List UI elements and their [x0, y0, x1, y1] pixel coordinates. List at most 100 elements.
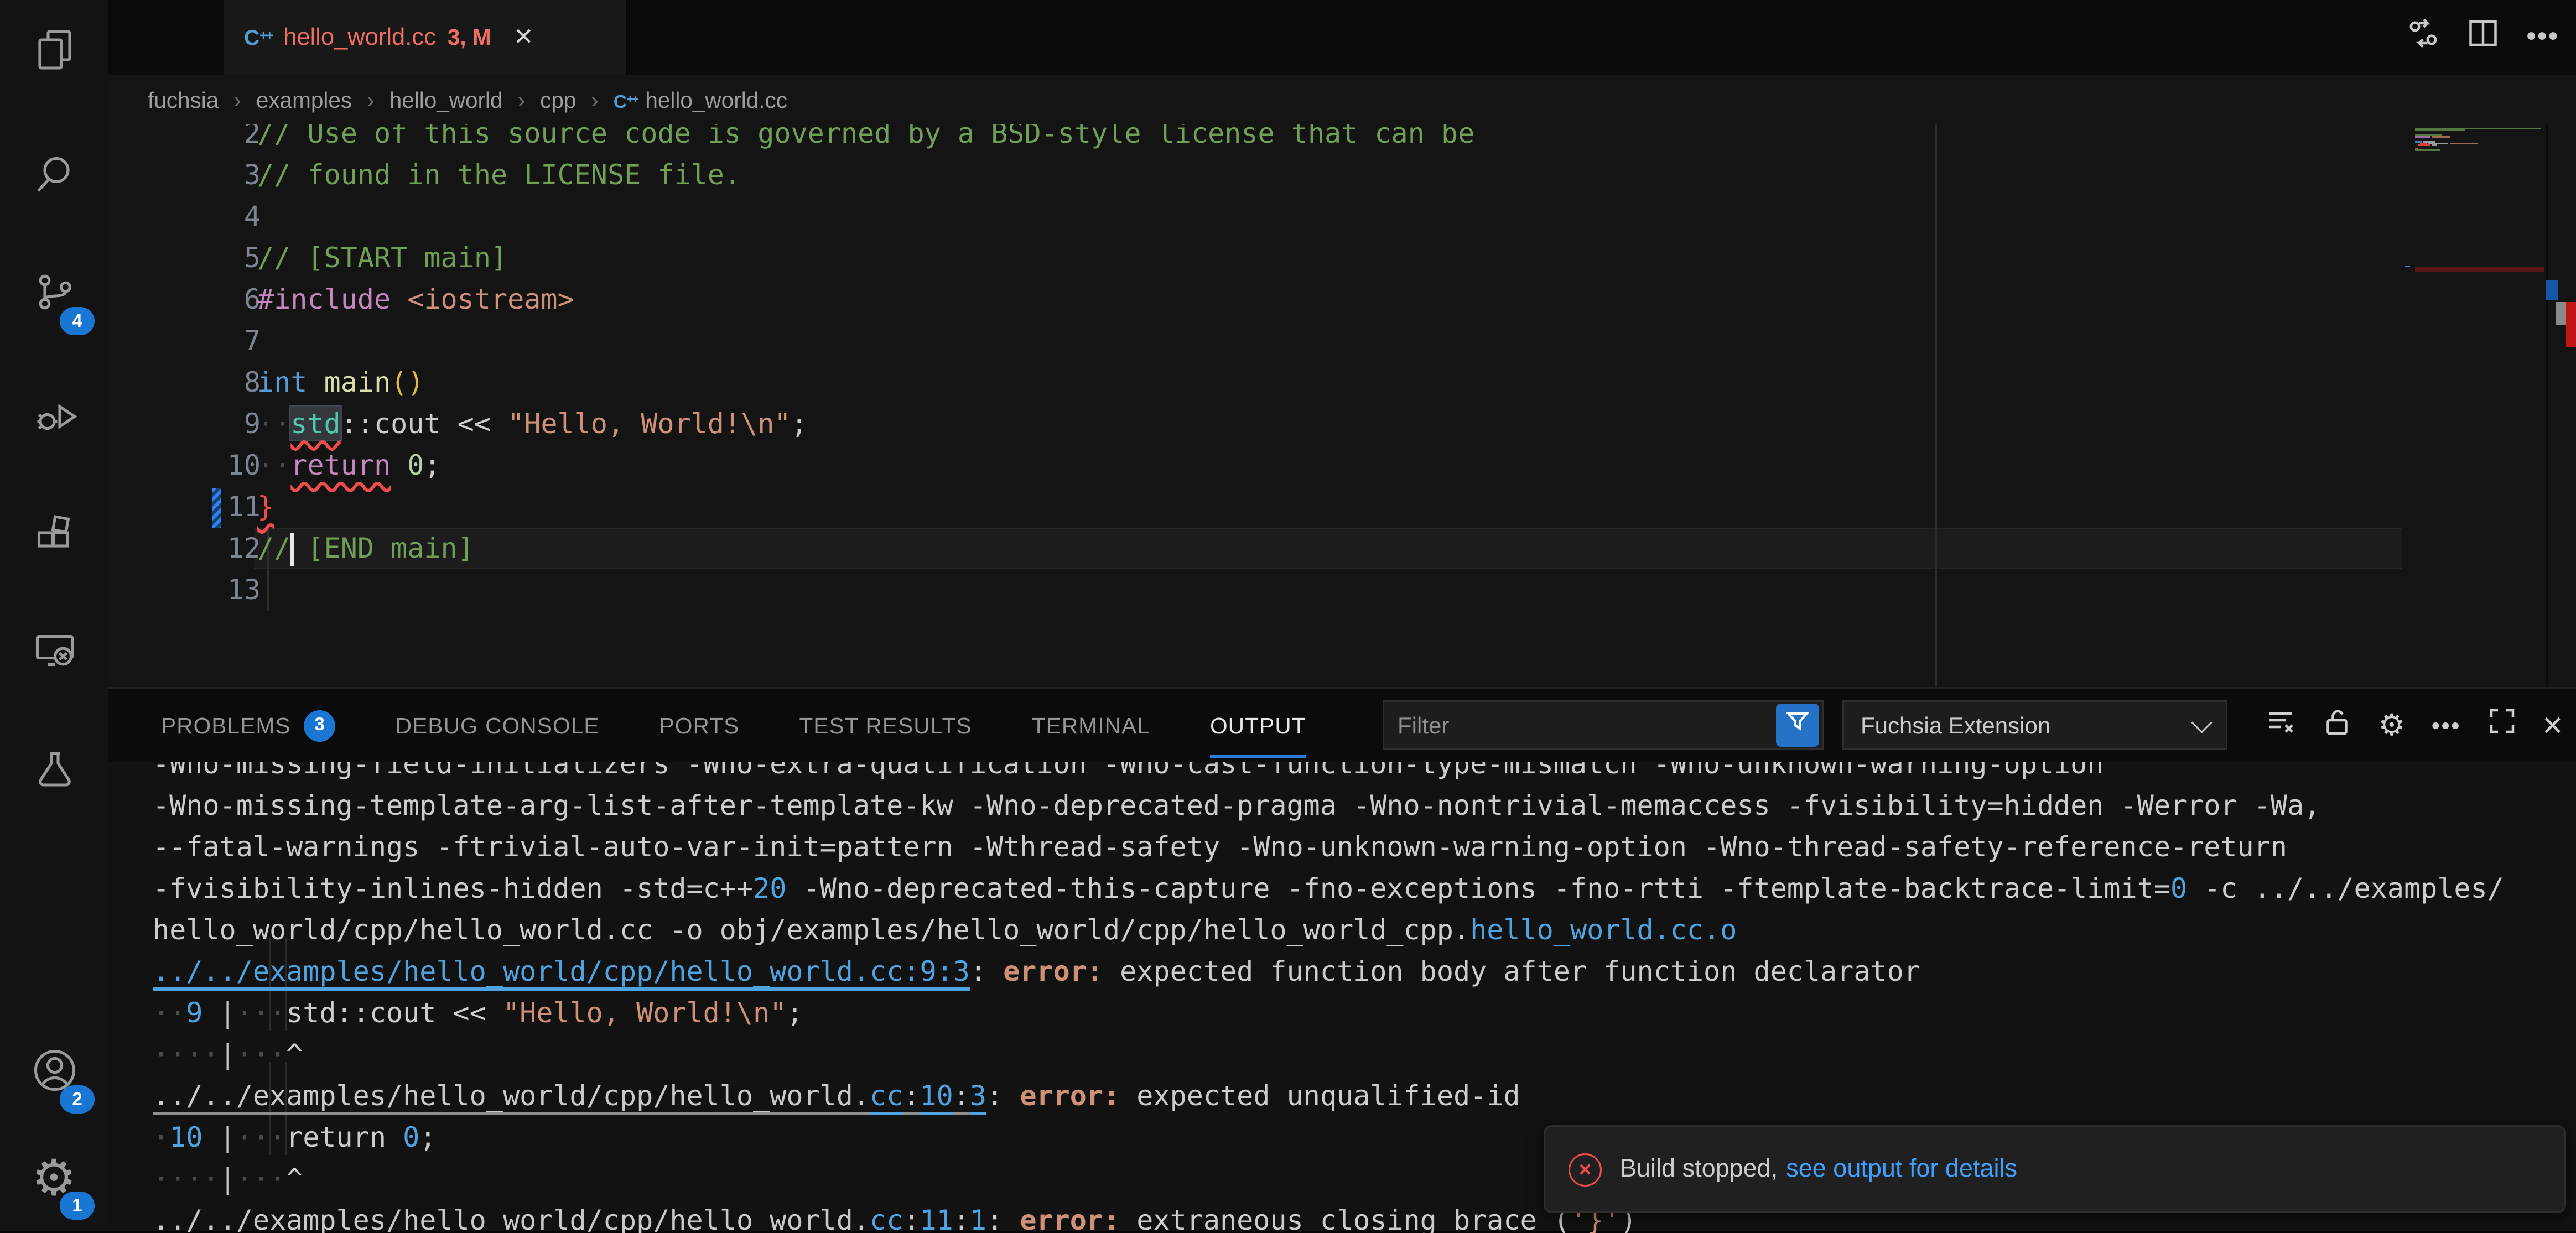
- panel-tab-label: TEST RESULTS: [799, 713, 972, 738]
- code-line[interactable]: 8int main(): [108, 362, 2576, 403]
- funnel-icon: [1786, 710, 1809, 741]
- output-channel-dropdown[interactable]: Fuchsia Extension: [1842, 700, 2227, 750]
- minimap-border: [2546, 124, 2548, 687]
- cpp-file-icon: C++: [244, 23, 272, 53]
- line-number: 12: [158, 528, 261, 569]
- sidebar-item-extensions[interactable]: [0, 493, 108, 579]
- extensions-icon: [31, 509, 77, 564]
- breadcrumb-separator: ›: [518, 87, 526, 112]
- overview-ruler-error-mark: [2566, 302, 2576, 347]
- code-line[interactable]: 9··std::cout << "Hello, World!\n";: [108, 403, 2576, 445]
- sidebar-item-testing[interactable]: [0, 730, 108, 816]
- tab-hello-world-cc[interactable]: C++ hello_world.cc 3, M ×: [224, 0, 627, 75]
- code-line[interactable]: 11}: [108, 486, 2576, 528]
- output-file-link[interactable]: 10: [920, 1079, 953, 1112]
- sidebar-item-settings[interactable]: ⚙ 1: [0, 1137, 108, 1223]
- activity-bar: 4 2 ⚙ 1: [0, 0, 110, 1231]
- output-file-link[interactable]: cc: [870, 1079, 903, 1112]
- notification-toast[interactable]: × Build stopped, see output for details: [1544, 1125, 2566, 1213]
- remote-explorer-icon: [31, 627, 77, 681]
- output-file-link[interactable]: :: [953, 1079, 970, 1112]
- panel-tab-test-results[interactable]: TEST RESULTS: [799, 689, 972, 762]
- panel-tab-label: DEBUG CONSOLE: [396, 713, 600, 738]
- chevron-down-icon: [2191, 711, 2212, 732]
- code-line[interactable]: 7: [108, 320, 2576, 362]
- code-line[interactable]: 13: [108, 569, 2576, 611]
- code-line[interactable]: 3// found in the LICENSE file.: [108, 154, 2576, 196]
- panel-action-icons: ⚙ ••• ×: [2266, 689, 2563, 762]
- panel-tab-label: OUTPUT: [1210, 713, 1306, 738]
- output-file-link[interactable]: 1: [970, 1203, 986, 1233]
- maximize-panel-icon[interactable]: [2487, 707, 2516, 743]
- open-changes-icon[interactable]: [2407, 17, 2440, 58]
- minimap[interactable]: [2402, 124, 2546, 687]
- code-line[interactable]: 10··return 0;: [108, 445, 2576, 486]
- code-line[interactable]: 2// Use of this source code is governed …: [108, 124, 2576, 154]
- settings-gear-icon[interactable]: ⚙: [2378, 710, 2405, 740]
- line-number: 9: [158, 403, 261, 445]
- output-file-link[interactable]: cc: [870, 1203, 903, 1233]
- output-file-link[interactable]: 3: [970, 1079, 986, 1112]
- run-debug-icon: [31, 393, 77, 448]
- split-editor-icon[interactable]: [2469, 18, 2499, 56]
- breadcrumb-separator: ›: [591, 87, 599, 112]
- tab-close-icon[interactable]: ×: [515, 22, 533, 53]
- output-file-link[interactable]: :: [953, 1203, 970, 1233]
- close-panel-icon[interactable]: ×: [2542, 708, 2563, 743]
- code-editor[interactable]: 2// Use of this source code is governed …: [108, 124, 2576, 687]
- sidebar-item-source-control[interactable]: 4: [0, 252, 108, 339]
- sidebar-item-run-debug[interactable]: [0, 377, 108, 463]
- error-icon: ×: [1569, 1153, 1602, 1186]
- code-line[interactable]: 5// [START main]: [108, 237, 2576, 279]
- toast-link[interactable]: see output for details: [1786, 1155, 2017, 1183]
- output-file-link[interactable]: :: [903, 1203, 920, 1233]
- line-number: 4: [158, 196, 261, 237]
- breadcrumb-item[interactable]: hello_world: [389, 87, 503, 112]
- unlock-icon[interactable]: [2322, 706, 2352, 745]
- output-line: ../../examples/hello_world/cpp/hello_wor…: [153, 951, 1920, 992]
- output-file-link[interactable]: :: [903, 1079, 920, 1112]
- code-line[interactable]: 12// [END main]: [108, 528, 2576, 569]
- sidebar-item-search[interactable]: [0, 134, 108, 221]
- output-file-link[interactable]: ../../examples/hello_world/cpp/hello_wor…: [153, 1203, 870, 1233]
- breadcrumb-item[interactable]: examples: [256, 87, 352, 112]
- output-file-link[interactable]: ../../examples/hello_world/cpp/hello_wor…: [153, 954, 970, 987]
- breadcrumb-item[interactable]: cpp: [540, 87, 576, 112]
- breadcrumb-item[interactable]: fuchsia: [148, 87, 219, 112]
- beaker-icon: [31, 746, 77, 801]
- vscode-window: 4 2 ⚙ 1: [0, 0, 2576, 1231]
- tab-title: hello_world.cc: [283, 24, 436, 51]
- panel-tab-label: PROBLEMS: [161, 713, 291, 738]
- output-line: -fvisibility-inlines-hidden -std=c++20 -…: [153, 868, 2504, 909]
- output-line: -Wno-missing-template-arg-list-after-tem…: [153, 785, 2320, 826]
- panel-tab-ports[interactable]: PORTS: [659, 689, 740, 762]
- sidebar-item-accounts[interactable]: 2: [0, 1031, 108, 1117]
- output-line: ····|···^: [153, 1158, 303, 1200]
- output-file-link[interactable]: ../../examples/hello_world/cpp/hello_wor…: [153, 1079, 870, 1112]
- minimap-error-line-highlight: [2415, 267, 2544, 272]
- output-line: ../../examples/hello_world/cpp/hello_wor…: [153, 1200, 1637, 1233]
- clear-output-icon[interactable]: [2266, 706, 2295, 745]
- editor-actions: •••: [2407, 0, 2559, 75]
- code-line[interactable]: 4: [108, 196, 2576, 237]
- sidebar-item-explorer[interactable]: [0, 10, 108, 96]
- more-actions-icon[interactable]: •••: [2432, 714, 2461, 737]
- panel-tab-problems[interactable]: PROBLEMS 3: [161, 689, 336, 762]
- code-line[interactable]: 6#include <iostream>: [108, 279, 2576, 320]
- filter-input[interactable]: [1384, 712, 1776, 738]
- panel-tab-debug-console[interactable]: DEBUG CONSOLE: [396, 689, 600, 762]
- tab-problem-badge: 3, M: [448, 25, 491, 50]
- line-number: 3: [158, 154, 261, 196]
- more-actions-icon[interactable]: •••: [2527, 23, 2559, 53]
- overview-ruler-modified-mark: [2546, 280, 2558, 300]
- output-file-link[interactable]: 11: [920, 1203, 953, 1233]
- panel-tab-terminal[interactable]: TERMINAL: [1032, 689, 1150, 762]
- breadcrumb: fuchsia › examples › hello_world › cpp ›…: [108, 75, 2576, 124]
- sidebar-item-remote-explorer[interactable]: [0, 611, 108, 697]
- output-filter: [1383, 700, 1824, 750]
- breadcrumb-file[interactable]: hello_world.cc: [645, 87, 787, 112]
- minimap-modified-indicator: [2405, 265, 2410, 267]
- panel-tab-output[interactable]: OUTPUT: [1210, 689, 1306, 762]
- filter-button[interactable]: [1776, 704, 1819, 747]
- output-line: ····|···^: [153, 1034, 303, 1075]
